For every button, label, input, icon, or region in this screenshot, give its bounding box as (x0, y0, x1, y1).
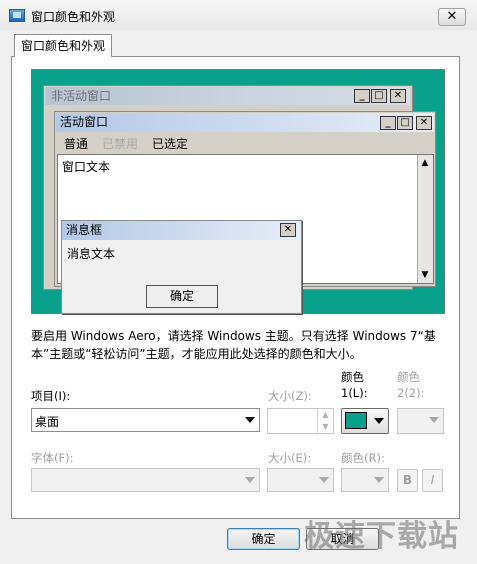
spin-down-icon[interactable]: ▼ (317, 421, 333, 433)
menu-item-normal[interactable]: 普通 (64, 135, 88, 152)
chevron-down-icon (429, 417, 439, 423)
color1-chevron-down-icon (374, 418, 384, 424)
font-select[interactable] (31, 468, 260, 492)
inactive-minimize-icon: _ (354, 89, 370, 103)
scroll-down-icon[interactable]: ▼ (417, 267, 433, 283)
message-box-text: 消息文本 (67, 247, 116, 261)
color1-swatch[interactable] (345, 412, 367, 429)
display-settings-icon (9, 9, 25, 22)
active-minimize-icon: _ (380, 116, 396, 130)
font-size-label: 大小(E): (268, 451, 312, 465)
item-label: 项目(I): (31, 389, 71, 403)
active-close-icon: ✕ (416, 116, 432, 130)
ok-button[interactable]: 确定 (227, 528, 300, 550)
font-color-button[interactable] (341, 468, 389, 492)
item-select-value[interactable]: 桌面 (35, 413, 59, 430)
active-window-title[interactable]: 活动窗口 (56, 113, 434, 132)
message-box-close-icon: ✕ (280, 223, 296, 237)
bold-button[interactable]: B (397, 469, 418, 492)
chevron-down-icon (319, 477, 329, 483)
font-label: 字体(F): (31, 451, 74, 465)
font-color-label: 颜色(R): (341, 451, 385, 465)
chevron-down-icon (245, 477, 255, 483)
menu-item-selected[interactable]: 已选定 (152, 135, 188, 152)
menu-item-disabled[interactable]: 已禁用 (102, 135, 138, 152)
color2-button[interactable] (397, 408, 444, 434)
inactive-maximize-icon: □ (371, 89, 387, 103)
color1-label: 颜色 1(L): (341, 370, 368, 400)
chevron-down-icon (374, 477, 384, 483)
window-title: 窗口颜色和外观 (31, 10, 116, 24)
spin-up-icon[interactable]: ▲ (317, 409, 333, 421)
message-box-ok-button[interactable]: 确定 (146, 285, 218, 308)
message-box-title[interactable]: 消息框 (62, 221, 301, 240)
watermark: 极速下载站 (304, 519, 459, 554)
active-maximize-icon: □ (397, 116, 413, 130)
scroll-up-icon[interactable]: ▲ (417, 155, 433, 171)
font-size-select[interactable] (267, 468, 334, 492)
inactive-close-icon: ✕ (390, 89, 406, 103)
window-text: 窗口文本 (62, 160, 111, 174)
size-label: 大小(Z): (268, 389, 312, 403)
scrollbar[interactable] (417, 155, 433, 283)
chevron-down-icon (245, 417, 255, 423)
tab-window-color-appearance[interactable]: 窗口颜色和外观 (14, 34, 112, 57)
item-select[interactable] (31, 408, 260, 432)
color2-label: 颜色 2(2): (397, 370, 425, 400)
italic-button[interactable]: I (422, 469, 443, 492)
aero-info-text: 要启用 Windows Aero，请选择 Windows 主题。只有选择 Win… (31, 329, 436, 361)
close-button[interactable]: ✕ (438, 8, 466, 26)
